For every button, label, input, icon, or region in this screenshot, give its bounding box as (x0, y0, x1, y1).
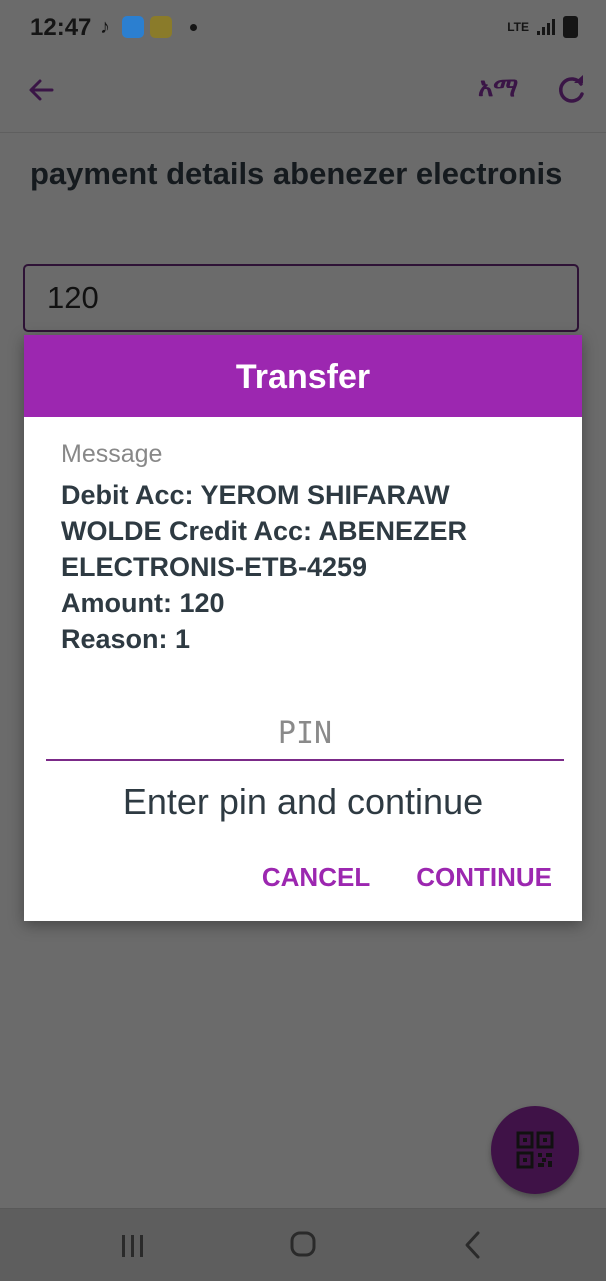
message-label: Message (61, 440, 163, 468)
notification-icons: ♪ (94, 16, 197, 38)
message-line: Amount: 120 (61, 588, 225, 618)
home-button[interactable] (283, 1227, 323, 1263)
status-indicators: LTE (507, 16, 578, 38)
system-navigation-bar (0, 1208, 606, 1281)
pin-hint: Enter pin and continue (122, 781, 484, 822)
refresh-button[interactable] (552, 70, 592, 110)
home-icon (290, 1231, 316, 1257)
language-toggle[interactable]: አማ (478, 72, 518, 104)
home-app-icon (122, 16, 144, 38)
cancel-button[interactable]: CANCEL (262, 862, 370, 893)
pin-input[interactable] (46, 707, 564, 761)
continue-button[interactable]: CONTINUE (416, 862, 552, 893)
recent-apps-button[interactable] (113, 1227, 153, 1263)
nav-back-button[interactable] (453, 1227, 493, 1263)
status-bar: 12:47 ♪ LTE (0, 0, 606, 60)
more-notifications-dot (190, 23, 197, 31)
battery-icon (563, 16, 578, 38)
recent-apps-icon (122, 1235, 143, 1257)
message-line: Reason: 1 (61, 624, 191, 654)
signal-icon (537, 19, 555, 35)
dialog-title: Transfer (24, 335, 582, 417)
back-arrow-icon (29, 79, 54, 101)
nav-back-icon (465, 1231, 480, 1259)
message-line: ELECTRONIS-ETB-4259 (61, 552, 368, 582)
transfer-dialog: Transfer Message Debit Acc: YEROM SHIFAR… (24, 335, 582, 921)
network-type: LTE (507, 20, 529, 34)
back-button[interactable] (22, 70, 62, 110)
tiktok-icon: ♪ (100, 16, 110, 38)
message-line: Debit Acc: YEROM SHIFARAW (61, 480, 450, 510)
dialog-actions: CANCEL CONTINUE (262, 862, 552, 893)
message-body: Debit Acc: YEROM SHIFARAW WOLDE Credit A… (61, 477, 511, 657)
page-title: payment details abenezer electronis (30, 156, 563, 191)
status-time: 12:47 (30, 14, 92, 41)
qr-scan-button[interactable] (491, 1106, 579, 1194)
taxi-app-icon (150, 16, 172, 38)
refresh-icon (559, 75, 584, 103)
amount-field[interactable]: 120 (23, 264, 579, 332)
message-line: WOLDE Credit Acc: ABENEZER (61, 516, 468, 546)
app-toolbar: አማ (0, 60, 606, 133)
qr-code-icon (516, 1131, 554, 1169)
